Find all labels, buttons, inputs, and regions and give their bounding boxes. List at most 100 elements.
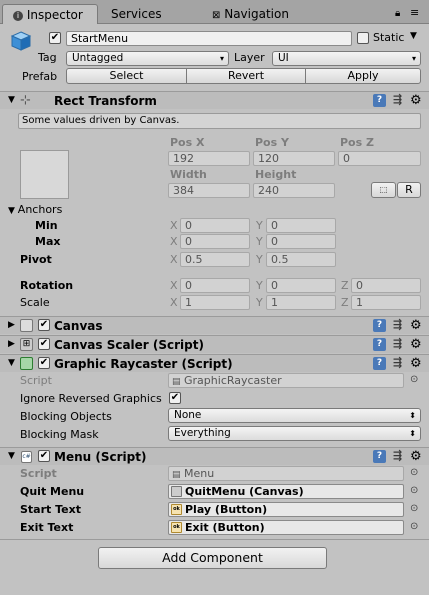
object-picker-icon[interactable]: ⊙ (410, 503, 418, 514)
rot-x-field[interactable]: 0 (180, 278, 250, 293)
pivot-x-label: X (170, 253, 178, 266)
tab-inspector[interactable]: i Inspector (2, 4, 98, 24)
help-icon[interactable]: ? (373, 94, 386, 107)
collapse-triangle-icon: ▶ (8, 320, 15, 330)
rot-z-label: Z (341, 279, 349, 292)
width-field[interactable]: 384 (168, 183, 250, 198)
script-icon: ▤ (172, 470, 181, 480)
anchor-preset-box[interactable] (20, 150, 69, 199)
chevron-updown-icon: ⬍ (409, 429, 416, 438)
script-icon: c# (21, 451, 32, 463)
max-x-label: X (170, 235, 178, 248)
gear-icon[interactable]: ⚙ (410, 450, 422, 463)
object-picker-icon[interactable]: ⊙ (410, 485, 418, 496)
chevron-down-icon: ▾ (219, 54, 224, 63)
scale-x-field[interactable]: 1 (180, 295, 250, 310)
preset-icon[interactable]: ⇶ (393, 356, 402, 369)
pivot-y-label: Y (256, 253, 263, 266)
canvas-header[interactable]: ▶ ✔ Canvas ? ⇶ ⚙ (0, 316, 429, 334)
gear-icon[interactable]: ⚙ (410, 94, 422, 107)
min-x-field[interactable]: 0 (180, 218, 250, 233)
min-y-field[interactable]: 0 (266, 218, 336, 233)
tab-navigation[interactable]: ⊠ Navigation (212, 4, 289, 24)
rot-y-field[interactable]: 0 (266, 278, 336, 293)
start-text-label: Start Text (20, 503, 81, 516)
menu-script-label: Script (20, 467, 57, 480)
raw-edit-button[interactable]: R (397, 182, 421, 198)
add-component-button[interactable]: Add Component (98, 547, 327, 569)
tag-dropdown[interactable]: Untagged ▾ (66, 51, 229, 66)
static-checkbox[interactable] (357, 32, 369, 44)
rot-z-field[interactable]: 0 (351, 278, 421, 293)
rect-transform-header[interactable]: ▼ ⊹ Rect Transform ? ⇶ ⚙ (0, 91, 429, 109)
lock-icon[interactable]: 🔒︎ (395, 8, 400, 19)
scale-label: Scale (20, 296, 50, 309)
active-checkbox[interactable]: ✔ (49, 32, 61, 44)
raycaster-icon (20, 357, 33, 370)
button-object-icon: ok (171, 522, 182, 533)
min-x-label: X (170, 219, 178, 232)
help-icon[interactable]: ? (373, 450, 386, 463)
min-y-label: Y (256, 219, 263, 232)
pivot-label: Pivot (20, 253, 52, 266)
canvas-scaler-header[interactable]: ▶ ⊞ ✔ Canvas Scaler (Script) ? ⇶ ⚙ (0, 335, 429, 353)
canvas-enabled-checkbox[interactable]: ✔ (38, 319, 50, 331)
blocking-mask-dropdown[interactable]: Everything ⬍ (168, 426, 421, 441)
max-y-label: Y (256, 235, 263, 248)
preset-icon[interactable]: ⇶ (393, 337, 402, 350)
quit-menu-label: Quit Menu (20, 485, 85, 498)
preset-icon[interactable]: ⇶ (393, 93, 402, 106)
object-picker-icon[interactable]: ⊙ (410, 521, 418, 532)
help-icon[interactable]: ? (373, 319, 386, 332)
preset-icon[interactable]: ⇶ (393, 318, 402, 331)
start-text-field[interactable]: ok Play (Button) (168, 502, 404, 517)
grid-icon: ⊠ (212, 10, 221, 21)
height-field[interactable]: 240 (253, 183, 335, 198)
prefab-apply-button[interactable]: Apply (305, 68, 421, 84)
blueprint-mode-button[interactable]: ⬚ (371, 182, 396, 198)
button-object-icon: ok (171, 504, 182, 515)
divider (0, 539, 429, 540)
static-dropdown-arrow-icon[interactable]: ▼ (410, 31, 417, 41)
max-x-field[interactable]: 0 (180, 234, 250, 249)
max-y-field[interactable]: 0 (266, 234, 336, 249)
script-icon: ▤ (172, 377, 181, 387)
preset-icon[interactable]: ⇶ (393, 449, 402, 462)
tag-label: Tag (38, 51, 57, 64)
graphic-raycaster-header[interactable]: ▼ ✔ Graphic Raycaster (Script) ? ⇶ ⚙ (0, 354, 429, 372)
pivot-y-field[interactable]: 0.5 (266, 252, 336, 267)
ignore-reversed-checkbox[interactable]: ✔ (169, 392, 181, 404)
posy-field[interactable]: 120 (253, 151, 335, 166)
scale-x-label: X (170, 296, 178, 309)
posz-field[interactable]: 0 (338, 151, 421, 166)
blocking-objects-dropdown[interactable]: None ⬍ (168, 408, 421, 423)
scale-y-field[interactable]: 1 (266, 295, 336, 310)
quit-menu-field[interactable]: QuitMenu (Canvas) (168, 484, 404, 499)
canvas-scaler-enabled-checkbox[interactable]: ✔ (38, 338, 50, 350)
layer-dropdown[interactable]: UI ▾ (272, 51, 421, 66)
prefab-select-button[interactable]: Select (66, 68, 187, 84)
tab-services[interactable]: Services (111, 4, 162, 24)
ignore-reversed-label: Ignore Reversed Graphics (20, 392, 162, 405)
help-icon[interactable]: ? (373, 338, 386, 351)
object-picker-icon[interactable]: ⊙ (410, 467, 418, 478)
pivot-x-field[interactable]: 0.5 (180, 252, 250, 267)
gear-icon[interactable]: ⚙ (410, 357, 422, 370)
object-name-field[interactable]: StartMenu (66, 31, 352, 46)
menu-icon[interactable]: ≡ (410, 6, 419, 19)
scale-z-field[interactable]: 1 (351, 295, 421, 310)
prefab-revert-button[interactable]: Revert (186, 68, 306, 84)
tab-bar: i Inspector Services ⊠ Navigation 🔒︎ ≡ (0, 0, 429, 24)
object-picker-icon[interactable]: ⊙ (410, 374, 418, 385)
gear-icon[interactable]: ⚙ (410, 338, 422, 351)
menu-enabled-checkbox[interactable]: ✔ (38, 450, 50, 462)
canvas-object-icon (171, 486, 182, 497)
menu-script-header[interactable]: ▼ c# ✔ Menu (Script) ? ⇶ ⚙ (0, 447, 429, 465)
gear-icon[interactable]: ⚙ (410, 319, 422, 332)
raycaster-enabled-checkbox[interactable]: ✔ (38, 357, 50, 369)
help-icon[interactable]: ? (373, 357, 386, 370)
scale-y-label: Y (256, 296, 263, 309)
exit-text-field[interactable]: ok Exit (Button) (168, 520, 404, 535)
posx-field[interactable]: 192 (168, 151, 250, 166)
driven-note: Some values driven by Canvas. (18, 113, 421, 129)
